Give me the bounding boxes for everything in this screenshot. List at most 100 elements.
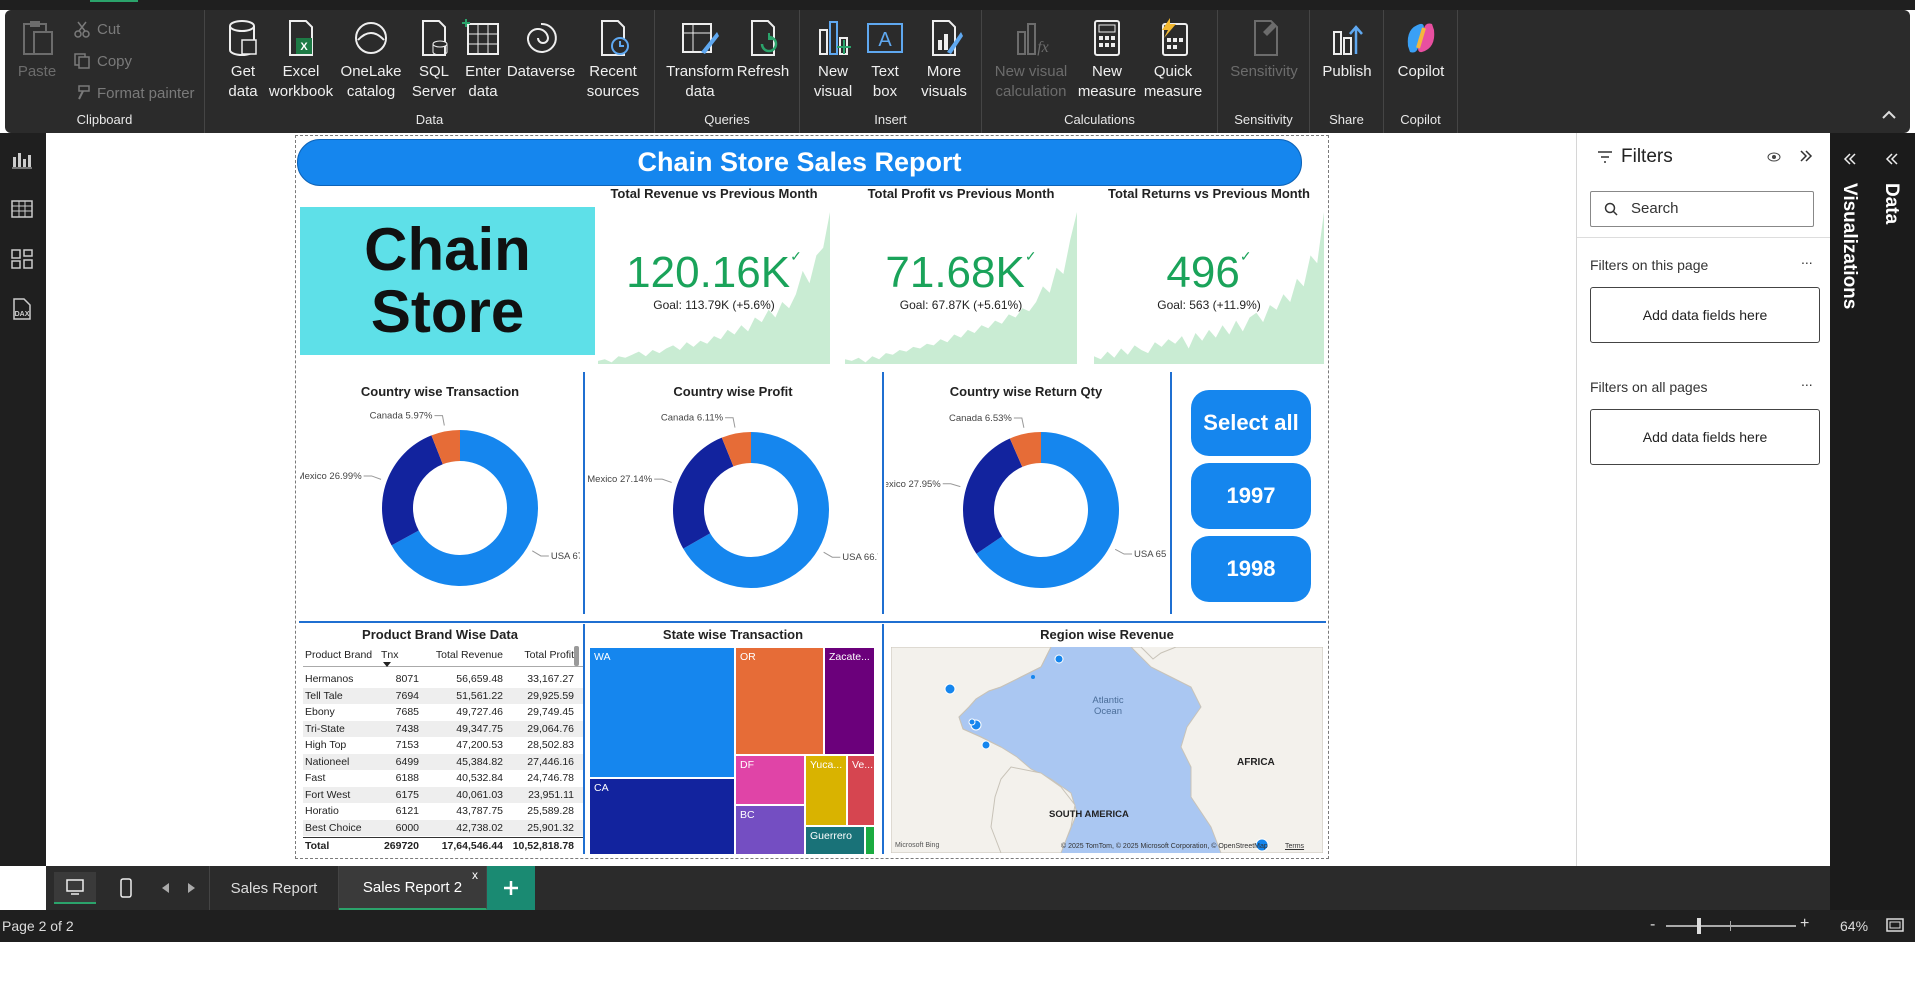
column-header[interactable]: Product Brand	[305, 649, 372, 661]
tab-sales-report[interactable]: Sales Report	[209, 866, 339, 910]
slicer-1998[interactable]: 1998	[1191, 536, 1311, 602]
report-view-icon[interactable]	[10, 147, 34, 171]
filters-search-input[interactable]: Search	[1590, 191, 1814, 227]
table-row[interactable]: Ebony 7685 49,727.46 29,749.45	[303, 704, 583, 720]
table-row[interactable]: Tri-State 7438 49,347.75 29,064.76	[303, 720, 583, 737]
zoom-slider-thumb[interactable]	[1697, 918, 1701, 934]
product-brand-table[interactable]: Product Brand Tnx Total Revenue Total Pr…	[303, 647, 583, 857]
desktop-view-button[interactable]	[54, 872, 96, 904]
mobile-icon[interactable]	[120, 878, 132, 898]
treemap-cell[interactable]: Yuca...	[805, 755, 847, 826]
eye-icon[interactable]	[1767, 152, 1781, 162]
map-bubble[interactable]	[981, 740, 991, 750]
transform-data-button[interactable]: Transform data	[665, 18, 735, 102]
text-box-button[interactable]: A Text box	[860, 18, 910, 102]
kpi-revenue-card[interactable]: Total Revenue vs Previous Month 120.16K✓…	[598, 186, 830, 364]
column-header[interactable]: Total Revenue	[423, 649, 503, 661]
new-measure-button[interactable]: New measure	[1076, 18, 1138, 102]
collapse-filters-icon[interactable]	[1799, 150, 1813, 162]
kpi-returns-card[interactable]: Total Returns vs Previous Month 496✓ Goa…	[1094, 186, 1324, 364]
treemap-cell[interactable]: Ve...	[847, 755, 875, 826]
treemap-cell[interactable]: BC	[735, 805, 805, 855]
tab-sales-report-2[interactable]: Sales Report 2 x	[339, 866, 487, 910]
data-pane-collapsed[interactable]: Data	[1870, 133, 1915, 866]
new-visual-calculation-button[interactable]: fx New visual calculation	[986, 18, 1076, 102]
excel-workbook-button[interactable]: X Excel workbook	[267, 18, 335, 102]
table-row[interactable]: Nationeel 6499 45,384.82 27,446.16	[303, 753, 583, 770]
map-bubble[interactable]	[1031, 675, 1035, 679]
recent-sources-button[interactable]: Recent sources	[577, 18, 649, 102]
more-options-icon[interactable]: ...	[1801, 251, 1813, 267]
table-scrollbar[interactable]	[574, 646, 579, 666]
new-visual-button[interactable]: New visual	[808, 18, 858, 102]
zoom-slider-track[interactable]	[1666, 925, 1796, 927]
donut-slice-mexico[interactable]	[673, 437, 734, 549]
enter-data-button[interactable]: Enter data	[461, 18, 505, 102]
map-bubble[interactable]	[944, 683, 956, 695]
cut-button[interactable]: Cut	[73, 20, 120, 38]
table-row[interactable]: Tell Tale 7694 51,561.22 29,925.59	[303, 687, 583, 704]
close-tab-icon[interactable]: x	[472, 868, 478, 882]
donut-country-profit[interactable]: Country wise Profit USA 66.75% Mexico 27.…	[587, 372, 897, 614]
fit-to-page-icon[interactable]	[1886, 918, 1904, 932]
scroll-left-icon[interactable]	[162, 883, 170, 893]
sql-server-button[interactable]: SQL Server	[409, 18, 459, 102]
zoom-level[interactable]: 64%	[1840, 918, 1868, 934]
kpi-profit-card[interactable]: Total Profit vs Previous Month 71.68K✓ G…	[845, 186, 1077, 364]
more-visuals-button[interactable]: More visuals	[912, 18, 976, 102]
table-total-row: Total 269720 17,64,546.44 10,52,818.78	[303, 837, 583, 853]
treemap-cell[interactable]: WA	[589, 647, 735, 778]
map-terms-link[interactable]: Terms	[1285, 843, 1304, 850]
slicer-select-all[interactable]: Select all	[1191, 390, 1311, 456]
add-fields-all-well[interactable]: Add data fields here	[1590, 409, 1820, 465]
visualizations-pane-collapsed[interactable]: Visualizations	[1830, 133, 1870, 866]
table-view-icon[interactable]	[10, 197, 34, 221]
table-row[interactable]: Fast 6188 40,532.84 24,746.78	[303, 770, 583, 786]
add-fields-page-well[interactable]: Add data fields here	[1590, 287, 1820, 343]
zoom-out-button[interactable]: -	[1650, 916, 1655, 934]
donut-slice-mexico[interactable]	[382, 435, 443, 546]
table-row[interactable]: Hermanos 8071 56,659.48 33,167.27	[303, 671, 583, 687]
format-painter-button[interactable]: Format painter	[73, 84, 195, 102]
slicer-1997[interactable]: 1997	[1191, 463, 1311, 529]
publish-icon	[1333, 25, 1363, 55]
model-view-icon[interactable]	[10, 247, 34, 271]
onelake-catalog-button[interactable]: OneLake catalog	[335, 18, 407, 102]
get-data-button[interactable]: Get data	[219, 18, 267, 102]
donut-country-return-qty[interactable]: Country wise Return Qty USA 65.52% Mexico…	[876, 372, 1188, 614]
scroll-right-icon[interactable]	[188, 883, 196, 893]
dax-query-view-icon[interactable]: DAX	[10, 297, 34, 321]
paste-button[interactable]: Paste	[17, 18, 57, 82]
donut-country-transaction[interactable]: Country wise Transaction USA 67.04% Mexic…	[297, 372, 605, 614]
table-row[interactable]: Best Choice 6000 42,738.02 25,901.32	[303, 819, 583, 836]
zoom-in-button[interactable]: +	[1800, 915, 1809, 933]
treemap-cell[interactable]: Zacate...	[824, 647, 875, 755]
treemap-cell[interactable]: CA	[589, 778, 735, 855]
table-row[interactable]: Fort West 6175 40,061.03 23,951.11	[303, 786, 583, 803]
refresh-button[interactable]: Refresh	[735, 18, 791, 82]
copy-button[interactable]: Copy	[73, 52, 132, 70]
region-map[interactable]: Atlantic Ocean AFRICA SOUTH AMERICA Micr…	[891, 647, 1323, 853]
sensitivity-button[interactable]: Sensitivity	[1224, 18, 1304, 82]
treemap-cell[interactable]: Guerrero	[805, 826, 865, 855]
copilot-button[interactable]: Copilot	[1388, 18, 1454, 82]
table-row[interactable]: High Top 7153 47,200.53 28,502.83	[303, 737, 583, 753]
more-options-icon[interactable]: ...	[1801, 373, 1813, 389]
publish-button[interactable]: Publish	[1314, 18, 1380, 82]
expand-icon[interactable]	[1843, 153, 1857, 165]
dataverse-button[interactable]: Dataverse	[505, 18, 577, 82]
treemap-cell[interactable]: DF	[735, 755, 805, 805]
add-page-button[interactable]	[487, 866, 535, 910]
map-bubble[interactable]	[1054, 654, 1064, 664]
map-bubble[interactable]	[968, 718, 976, 726]
collapse-ribbon-icon[interactable]	[1878, 106, 1900, 124]
donut-slice-mexico[interactable]	[963, 438, 1023, 554]
column-header[interactable]: Total Profit	[507, 649, 574, 661]
treemap-cell[interactable]: OR	[735, 647, 824, 755]
state-treemap[interactable]: WA OR Zacate... CA DF Yuca... Ve... BC G…	[589, 647, 875, 855]
table-row[interactable]: Horatio 6121 43,787.75 25,589.28	[303, 803, 583, 819]
column-header[interactable]: Tnx	[381, 649, 419, 661]
expand-icon[interactable]	[1885, 153, 1899, 165]
quick-measure-button[interactable]: Quick measure	[1138, 18, 1208, 102]
treemap-cell[interactable]	[865, 826, 875, 855]
